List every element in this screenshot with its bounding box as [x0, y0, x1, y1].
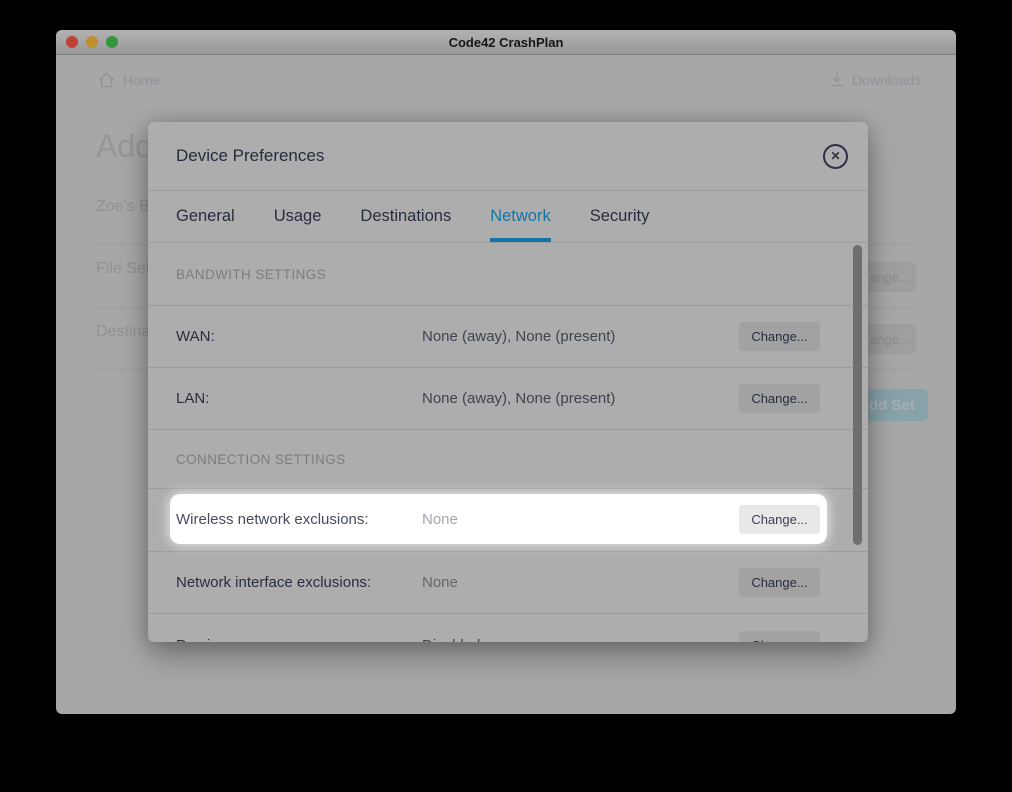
wan-row: WAN: None (away), None (present) Change.…: [148, 306, 868, 368]
tab-security[interactable]: Security: [590, 191, 650, 242]
bandwidth-settings-header: BANDWITH SETTINGS: [148, 243, 868, 306]
dialog-header: Device Preferences ✕: [148, 122, 868, 191]
nav-home[interactable]: Home: [98, 72, 160, 88]
tab-usage[interactable]: Usage: [274, 191, 322, 242]
wireless-exclusions-spotlight: Wireless network exclusions: None Change…: [170, 494, 827, 544]
nav-downloads-label: Downloads: [852, 72, 922, 88]
traffic-lights: [66, 36, 118, 48]
page-title: Add: [96, 128, 153, 164]
wan-value: None (away), None (present): [422, 328, 616, 345]
wireless-exclusions-change-button[interactable]: Change...: [739, 504, 820, 534]
proxies-value: Disabled: [422, 637, 739, 643]
interface-exclusions-row: Network interface exclusions: None Chang…: [148, 552, 868, 614]
proxies-row-partial: Proxies: Disabled Change...: [148, 614, 868, 642]
lan-label: LAN:: [176, 390, 210, 407]
wireless-exclusions-row: Wireless network exclusions: None Change…: [148, 489, 868, 552]
close-icon[interactable]: ✕: [823, 143, 848, 169]
download-icon: [830, 72, 844, 87]
proxies-change-button[interactable]: Change...: [739, 630, 820, 642]
zoom-window-icon[interactable]: [106, 36, 118, 48]
preferences-tabs: General Usage Destinations Network Secur…: [148, 191, 868, 243]
lan-row: LAN: None (away), None (present) Change.…: [148, 368, 868, 430]
nav-downloads[interactable]: Downloads: [830, 72, 921, 88]
proxies-label: Proxies:: [176, 637, 422, 643]
nav-home-label: Home: [123, 72, 161, 88]
wireless-exclusions-value: None: [422, 510, 458, 528]
wan-change-button[interactable]: Change...: [739, 322, 820, 351]
add-set-button-partial[interactable]: dd Set: [868, 389, 928, 421]
network-settings-panel: BANDWITH SETTINGS WAN: None (away), None…: [148, 243, 868, 642]
wireless-exclusions-label: Wireless network exclusions:: [176, 510, 369, 528]
device-preferences-dialog: Device Preferences ✕ General Usage Desti…: [148, 122, 868, 642]
change-button-partial[interactable]: ange...: [868, 262, 916, 292]
destinations-label: Destinat: [96, 323, 155, 340]
tab-destinations[interactable]: Destinations: [360, 191, 451, 242]
minimize-window-icon[interactable]: [86, 36, 98, 48]
close-window-icon[interactable]: [66, 36, 78, 48]
app-window: Code42 CrashPlan Home Downloads Add Zoe'…: [56, 30, 956, 714]
connection-settings-header: CONNECTION SETTINGS: [148, 430, 868, 489]
scrollbar-thumb[interactable]: [853, 245, 862, 545]
titlebar: Code42 CrashPlan: [56, 30, 956, 55]
lan-change-button[interactable]: Change...: [739, 384, 820, 413]
window-title: Code42 CrashPlan: [448, 34, 564, 50]
interface-exclusions-value: None: [422, 574, 458, 591]
dialog-title: Device Preferences: [176, 146, 325, 165]
wan-label: WAN:: [176, 328, 215, 345]
lan-value: None (away), None (present): [422, 390, 616, 407]
home-icon: [99, 72, 114, 88]
change-button-partial[interactable]: ange...: [868, 324, 916, 354]
interface-exclusions-label: Network interface exclusions:: [176, 574, 372, 591]
tab-general[interactable]: General: [176, 191, 235, 242]
tab-network[interactable]: Network: [490, 191, 551, 242]
interface-exclusions-change-button[interactable]: Change...: [739, 568, 820, 597]
